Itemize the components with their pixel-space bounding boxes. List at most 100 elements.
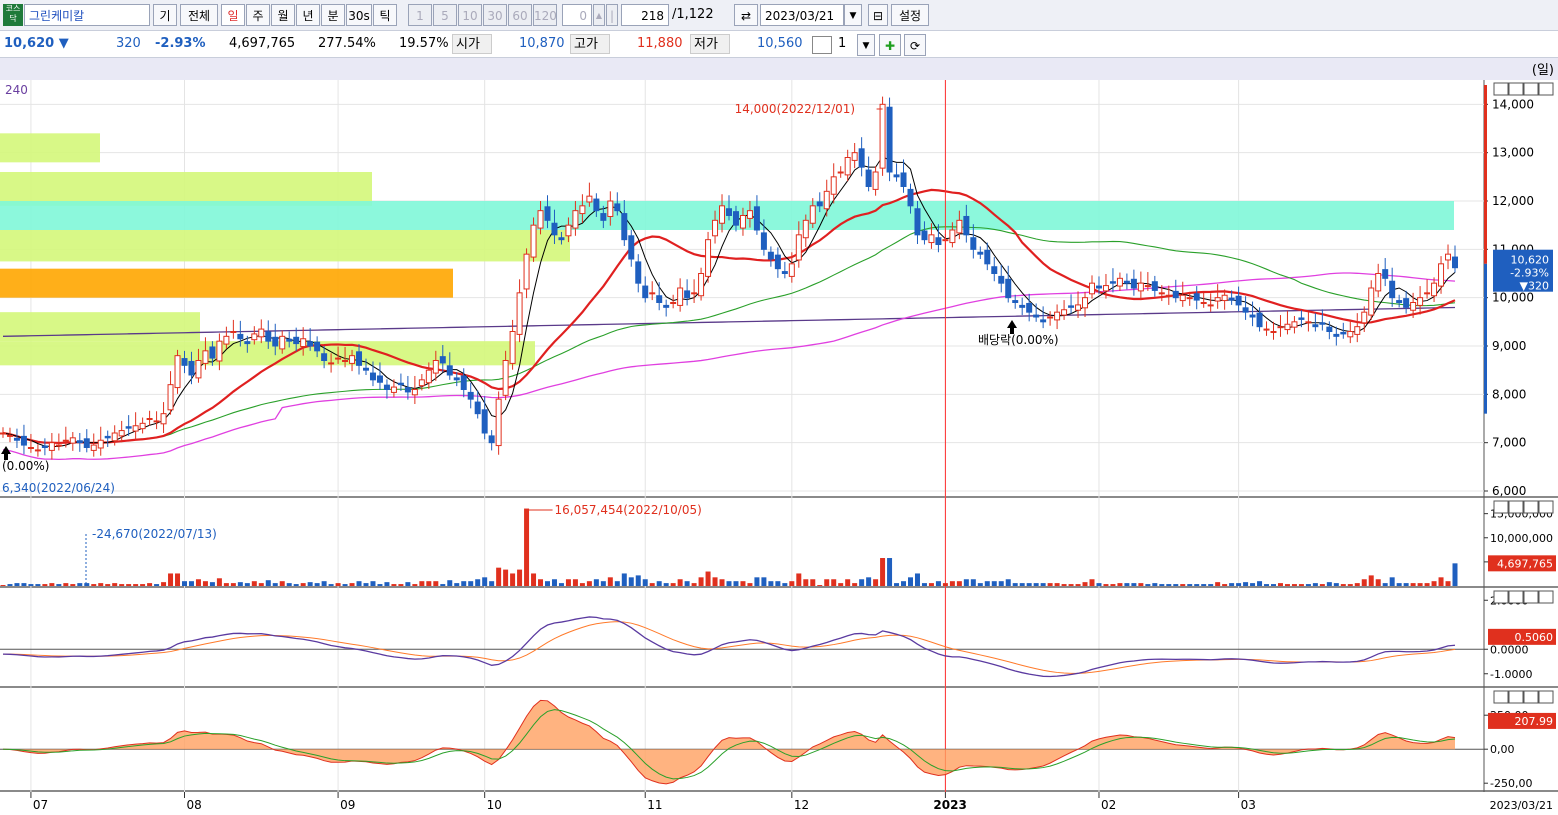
candle-body [139,422,146,430]
pane-macd-control-button[interactable] [1508,590,1524,604]
period-month-button[interactable]: 월 [271,4,295,26]
x-tick-label: 07 [33,798,48,812]
volume-bar [49,583,55,586]
interval-spinner[interactable]: ▲ [593,4,605,26]
candle-body [132,425,139,432]
multiplier-value[interactable]: 1 [838,34,846,54]
interval-60-button[interactable]: 60 [508,4,532,26]
main-toolbar: 코스닥 그린케미칼 기 전체 일 주 월 년 분 30s 틱 1 5 10 30… [0,0,1558,31]
candle-body [174,355,181,389]
pane-osc-control-button[interactable] [1538,690,1554,704]
volume-bar [182,581,187,586]
candle-body [677,287,684,306]
volume-bar [921,583,927,586]
x-tick-label: 12 [794,798,809,812]
volume-bar [935,581,941,586]
candle-body [76,440,83,444]
refresh-chart-icon[interactable]: ⇄ [734,4,758,26]
gi-button[interactable]: 기 [153,4,177,26]
candle-body [34,449,41,452]
volume-bar [1166,584,1172,586]
all-button[interactable]: 전체 [180,4,218,26]
pane-vol-control-button[interactable] [1538,500,1554,514]
candle-body [998,275,1005,284]
volume-bar [482,577,488,586]
candle-body [425,369,432,384]
pane-price-control-button[interactable] [1538,82,1554,96]
count-input[interactable]: 218 [621,4,669,26]
pane-macd-control-button[interactable] [1493,590,1509,604]
candle-body [837,171,844,174]
candle-body [551,222,558,236]
pane-vol-control-button[interactable] [1508,500,1524,514]
pane-macd-control-button[interactable] [1523,590,1539,604]
price-tick-label: 10,000 [1492,291,1534,305]
candle-body [1340,331,1347,335]
pane-price-control-button[interactable] [1508,82,1524,96]
volume-bar [1424,583,1430,586]
ma240-line [2,306,1456,337]
candle-body [251,333,258,341]
date-dropdown-icon[interactable]: ▼ [844,4,862,26]
ex-dividend-arrow [1007,320,1017,334]
pane-osc-control-button[interactable] [1508,690,1524,704]
period-year-button[interactable]: 년 [296,4,320,26]
candle-body [1263,328,1270,331]
settings-button[interactable]: 설정 [891,4,929,26]
add-indicator-icon[interactable]: ✚ [879,34,901,56]
pane-macd-control-button[interactable] [1538,590,1554,604]
candle-body [1424,292,1431,295]
candle-body [1438,263,1445,287]
volume-bar [789,581,795,586]
volume-bar [1089,579,1095,586]
candle-body [356,351,363,366]
zone-box [0,268,453,298]
candle-body [635,261,642,284]
volume-bar [161,582,167,586]
period-week-button[interactable]: 주 [246,4,270,26]
x-tick-label: 03 [1241,798,1256,812]
candle-body [307,341,314,347]
multiplier-dropdown-icon[interactable]: ▼ [857,34,875,56]
pane-vol-control-button[interactable] [1493,500,1509,514]
volume-bar [307,582,313,586]
volume-bar [551,579,557,586]
pane-osc-control-button[interactable] [1523,690,1539,704]
interval-toggle[interactable]: | [606,4,618,26]
pane-price-control-button[interactable] [1493,82,1509,96]
candle-body [1277,326,1284,329]
period-day-button[interactable]: 일 [221,4,245,26]
candle-body [1298,317,1305,320]
candle-body [1040,319,1047,323]
candle-body [1291,321,1298,328]
candle-body [949,229,956,244]
period-tick-button[interactable]: 틱 [373,4,397,26]
pane-osc-control-button[interactable] [1493,690,1509,704]
interval-30-button[interactable]: 30 [483,4,507,26]
candle-body [90,444,97,451]
interval-10-button[interactable]: 10 [458,4,482,26]
volume-bar [1173,584,1179,586]
date-input[interactable]: 2023/03/21 [760,4,844,26]
stock-name-field[interactable]: 그린케미칼 [24,4,150,26]
reload-icon[interactable]: ⟳ [904,34,926,56]
candle-body [935,237,942,246]
interval-120-button[interactable]: 120 [533,4,557,26]
interval-1-button[interactable]: 1 [408,4,432,26]
volume-bar [454,583,460,586]
calendar-icon[interactable]: ⊟ [868,4,888,26]
period-unit-label: (일) [1531,63,1554,78]
stock-chart[interactable]: 240 14,000(2022/12/01) 6,340(2022/06/24) 배당… [0,80,1558,815]
candle-body [593,198,600,212]
candle-body [453,377,460,381]
interval-input[interactable]: 0 [562,4,592,26]
pane-price-control-button[interactable] [1523,82,1539,96]
chart-type-checkbox[interactable] [812,36,832,54]
price-change: 320 [116,36,141,51]
period-minute-button[interactable]: 분 [321,4,345,26]
high-value: 11,880 [637,36,683,51]
period-30s-button[interactable]: 30s [346,4,372,26]
candle-body [1095,285,1102,289]
interval-5-button[interactable]: 5 [433,4,457,26]
pane-vol-control-button[interactable] [1523,500,1539,514]
